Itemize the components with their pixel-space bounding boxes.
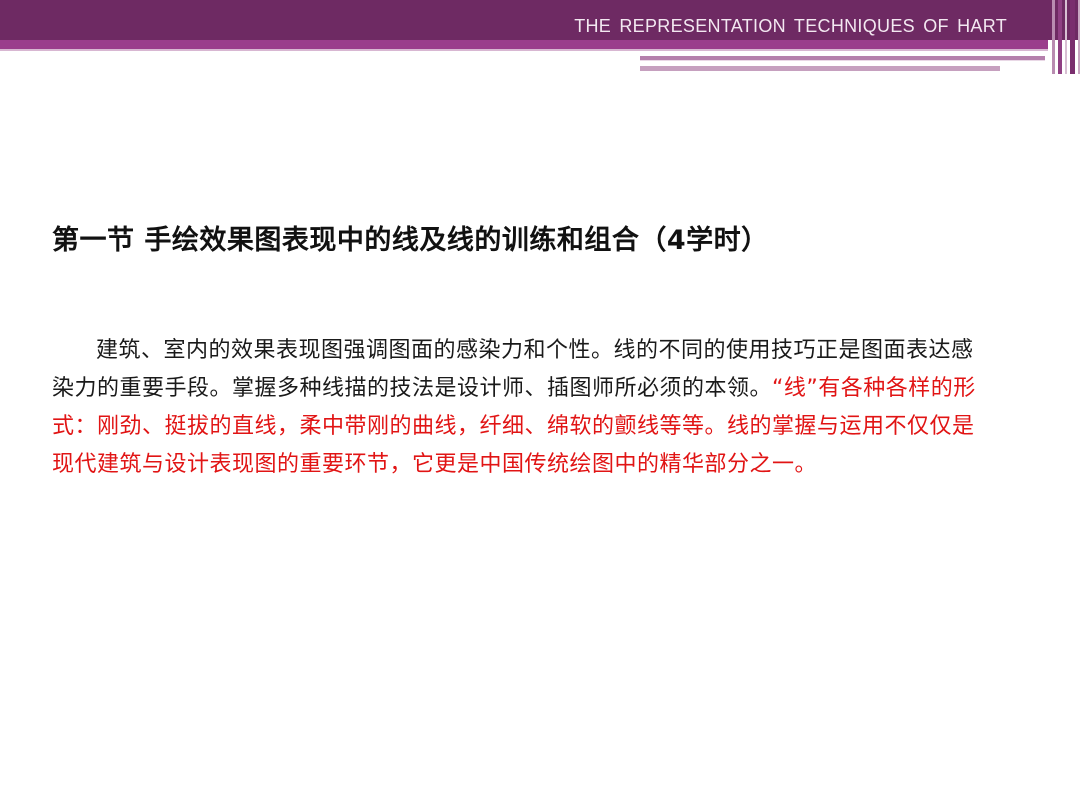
decorative-line [870, 66, 1000, 71]
stripe [1070, 0, 1075, 74]
header-accent-band [0, 40, 1048, 49]
slide: THE REPRESENTATION TECHNIQUES OF HART 第一… [0, 0, 1080, 810]
stripe [1058, 0, 1062, 74]
decorative-line [640, 60, 1045, 61]
header-title: THE REPRESENTATION TECHNIQUES OF HART [574, 16, 1007, 36]
stripe [1065, 0, 1067, 74]
decorative-stripes [1046, 0, 1080, 74]
body-paragraph: 建筑、室内的效果表现图强调图面的感染力和个性。线的不同的使用技巧正是图面表达感染… [52, 332, 992, 484]
decorative-line [640, 66, 870, 71]
section-heading: 第一节 手绘效果图表现中的线及线的训练和组合（4学时） [52, 225, 769, 256]
decorative-line [640, 56, 1045, 60]
header-band-shadow [0, 49, 1048, 51]
stripe [1052, 0, 1055, 74]
